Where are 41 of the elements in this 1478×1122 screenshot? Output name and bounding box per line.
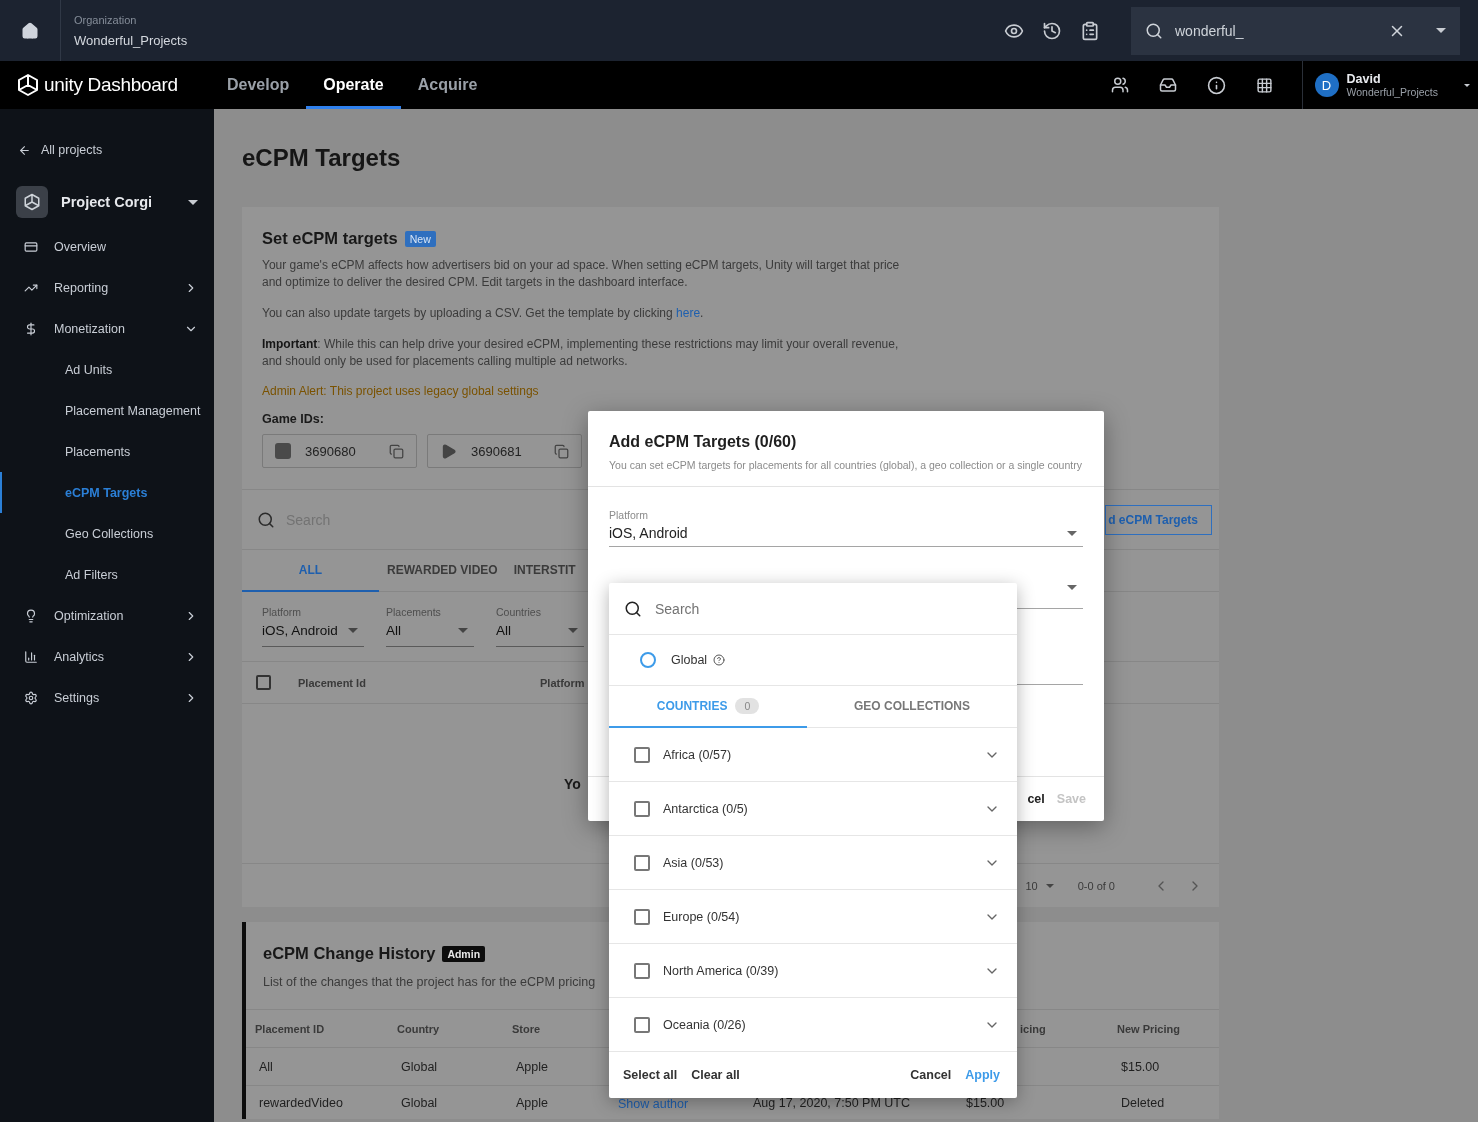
column-header: Placement ID	[255, 1022, 325, 1035]
table-cell: $15.00	[1121, 1059, 1160, 1074]
new-badge: New	[404, 230, 436, 247]
organization-label: Organization	[74, 13, 138, 26]
pagination-range: 0-0 of 0	[1077, 879, 1115, 892]
column-header: Platform	[540, 676, 586, 689]
column-header: icing	[1020, 1022, 1046, 1035]
game-ids-label: Game IDs:	[262, 412, 325, 426]
game-id-chip: 3690681	[427, 434, 582, 468]
user-organization: Wonderful_Projects	[1346, 86, 1438, 98]
page-title: eCPM Targets	[242, 143, 402, 173]
table-cell: Apple	[516, 1095, 548, 1110]
global-label: Global	[671, 653, 708, 667]
important-text: Important: While this can help drive your desired eCPM, implementing these restrictions may limit your overall revenue, and should only be used for placements calling multiple ad networks.	[262, 336, 900, 370]
app-logo-text: unity Dashboard	[44, 74, 178, 96]
user-name: David	[1346, 72, 1381, 86]
empty-state-text: Yo	[564, 775, 581, 792]
column-header: Country	[397, 1022, 440, 1035]
dialog-subtitle: You can set eCPM targets for placements for all countries (global), a geo collection or a single country	[609, 458, 1083, 473]
history-description: List of the changes that the project has for the eCPM pricing	[263, 975, 597, 989]
count-badge: 0	[735, 698, 760, 714]
avatar: D	[1314, 73, 1339, 97]
column-header: Placement Id	[298, 676, 367, 689]
column-header: New Pricing	[1117, 1022, 1180, 1035]
card-title: eCPM Change History	[263, 944, 436, 963]
game-id-chip: 3690680	[262, 434, 417, 468]
card-title: Set eCPM targets	[262, 229, 398, 248]
column-header: Store	[512, 1022, 541, 1035]
table-cell: Global	[401, 1059, 438, 1074]
admin-badge: Admin	[442, 945, 486, 962]
table-cell: Deleted	[1121, 1095, 1165, 1110]
dialog-title: Add eCPM Targets (0/60)	[609, 433, 798, 451]
table-cell: Apple	[516, 1059, 548, 1074]
table-cell: Aug 17, 2020, 7:50 PM UTC	[753, 1095, 911, 1110]
csv-text: You can also update targets by uploading a CSV. Get the template by clicking here.	[262, 305, 705, 322]
table-cell: rewardedVideo	[259, 1095, 343, 1110]
description-text: Your game's eCPM affects how advertisers bid on your ad space. When setting eCPM targets, Unity will target that price and optimize to deliver the desired CPM. Edit targets in the dashboard interface.	[262, 257, 901, 291]
table-cell: All	[259, 1059, 273, 1074]
table-cell: Global	[401, 1095, 438, 1110]
admin-alert-text: Admin Alert: This project uses legacy global settings	[262, 384, 539, 398]
table-cell: $15.00	[966, 1095, 1005, 1110]
